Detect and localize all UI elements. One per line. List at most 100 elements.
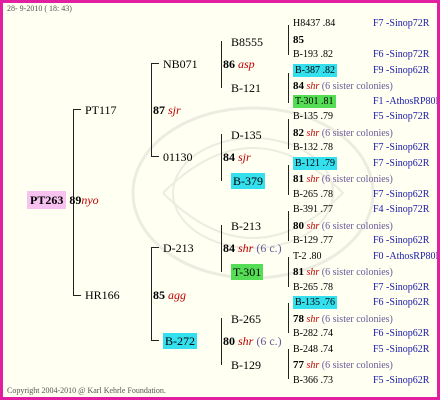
gen4-score: 81 xyxy=(293,266,304,278)
gen4-score: 82 xyxy=(293,126,304,139)
gen4-row[interactable]: T-301 .81 xyxy=(293,94,336,108)
gen2-b-score: 84 sjr xyxy=(223,150,251,164)
root-num: 89 xyxy=(69,193,82,207)
gen4-row[interactable]: B-121 .79 xyxy=(293,156,337,170)
gen3-a2[interactable]: B-121 xyxy=(231,82,261,94)
gen4-row[interactable]: B-265 .78 xyxy=(293,282,333,293)
gen4-id: B-135 .79 xyxy=(293,111,333,122)
connector xyxy=(151,247,152,341)
gen4-row[interactable]: 78 shr (6 sister colonies) xyxy=(293,312,393,325)
gen4-mark: shr xyxy=(304,313,320,325)
gen4-row[interactable]: 82 shr (6 sister colonies) xyxy=(293,126,393,139)
gen4-row[interactable]: 85 xyxy=(293,34,304,46)
gen4-row[interactable]: B-132 .78 xyxy=(293,143,333,153)
gen4-row[interactable]: B-391 .77 xyxy=(293,205,333,215)
gen4-mark: shr xyxy=(304,360,320,371)
gen3-d1[interactable]: B-265 xyxy=(231,313,261,325)
gen3-b1[interactable]: D-135 xyxy=(231,129,262,141)
gen4-source: F6 -Sinop62R xyxy=(373,328,430,339)
gen4-source: F4 -Sinop72R xyxy=(373,204,430,215)
gen4-row[interactable]: B-135 .79 xyxy=(293,112,333,122)
gen3-a1[interactable]: B8555 xyxy=(231,36,263,48)
gen4-row[interactable]: 80 shr (6 sister colonies) xyxy=(293,219,393,232)
gen4-score: 80 xyxy=(293,219,304,232)
timestamp: 28- 9-2010 ( 18: 43) xyxy=(7,4,72,13)
gen4-score: 84 xyxy=(293,80,304,92)
gen4-mark: shr xyxy=(304,267,320,278)
gen4-note: (6 sister colonies) xyxy=(319,267,393,278)
gen4-id: H8437 .84 xyxy=(293,18,336,29)
gen4-source: F6 -Sinop62R xyxy=(373,235,430,246)
gen3-c2[interactable]: T-301 xyxy=(231,264,264,280)
gen4-mark: shr xyxy=(304,81,320,92)
gen4-note: (6 sister colonies) xyxy=(319,220,393,232)
gen4-id: B-265 .78 xyxy=(293,188,333,200)
gen4-row[interactable]: 81 shr (6 sister colonies) xyxy=(293,267,393,278)
gen4-row[interactable]: 84 shr (6 sister colonies) xyxy=(293,81,393,92)
gen4-row[interactable]: B-135 .76 xyxy=(293,296,337,309)
gen2-c-score: 84 shr (6 c.) xyxy=(223,241,282,255)
gen2-a-id[interactable]: NB071 xyxy=(163,58,198,70)
gen4-note: (6 sister colonies) xyxy=(319,127,393,139)
gen4-id: T-2 .80 xyxy=(293,250,322,262)
connector xyxy=(288,211,289,241)
gen2-b-id[interactable]: 01130 xyxy=(163,151,193,163)
gen4-row[interactable]: 81 shr (6 sister colonies) xyxy=(293,174,393,185)
gen4-source: F7 -Sinop62R xyxy=(373,188,430,200)
connector xyxy=(151,247,159,248)
gen4-row[interactable]: B-265 .78 xyxy=(293,188,333,200)
gen4-source: F6 -Sinop72R xyxy=(373,49,430,60)
gen4-row[interactable]: B-282 .74 xyxy=(293,329,333,339)
connector xyxy=(288,165,289,195)
gen4-row[interactable]: B-129 .77 xyxy=(293,236,333,246)
gen4-row[interactable]: T-2 .80 xyxy=(293,250,322,262)
gen1-top-id[interactable]: PT117 xyxy=(85,104,117,116)
gen4-note: (6 sister colonies) xyxy=(319,174,393,185)
gen3-b2[interactable]: B-379 xyxy=(231,173,265,189)
gen4-id: B-282 .74 xyxy=(293,328,333,339)
gen4-source: F5 -Sinop62R xyxy=(373,343,430,355)
gen4-id: B-387 .82 xyxy=(293,63,337,77)
gen4-id: B-193 .82 xyxy=(293,49,333,60)
gen4-note: (6 sister colonies) xyxy=(319,81,393,92)
gen4-id: B-248 .74 xyxy=(293,343,333,355)
gen3-d2[interactable]: B-129 xyxy=(231,359,261,371)
gen4-row[interactable]: B-193 .82 xyxy=(293,50,333,60)
gen4-mark: shr xyxy=(304,127,320,139)
gen4-source: F5 -Sinop62R xyxy=(373,374,430,386)
gen4-id: B-135 .76 xyxy=(293,296,337,309)
connector xyxy=(288,303,289,333)
gen4-score: 78 xyxy=(293,312,304,325)
gen4-score: 81 xyxy=(293,173,304,185)
gen4-source: F0 -AthosRP80R xyxy=(373,250,440,262)
gen4-source: F9 -Sinop62R xyxy=(373,64,430,76)
gen4-mark: shr xyxy=(304,220,320,232)
gen1-bottom-score: 85 agg xyxy=(153,288,186,302)
gen4-source: F1 -AthosRP80R xyxy=(373,95,440,107)
gen4-row[interactable]: 77 shr (6 sister colonies) xyxy=(293,360,393,371)
connector xyxy=(73,295,81,296)
gen4-id: B-391 .77 xyxy=(293,204,333,215)
connector xyxy=(288,119,289,149)
gen4-id: T-301 .81 xyxy=(293,94,336,108)
gen4-row[interactable]: H8437 .84 xyxy=(293,19,335,29)
gen3-c1[interactable]: B-213 xyxy=(231,220,261,232)
gen4-source: F7 -Sinop62R xyxy=(373,142,430,153)
gen4-row[interactable]: B-366 .73 xyxy=(293,375,333,386)
gen4-source: F7 -Sinop72R xyxy=(373,18,430,29)
root-node[interactable]: PT263 89nyo xyxy=(27,191,99,209)
gen2-c-id[interactable]: D-213 xyxy=(163,242,194,254)
gen4-id: B-132 .78 xyxy=(293,142,333,153)
connector xyxy=(221,225,222,272)
connector xyxy=(221,318,222,365)
connector xyxy=(221,134,222,181)
root-id: PT263 xyxy=(27,191,67,209)
connector xyxy=(288,349,289,379)
gen4-row[interactable]: B-387 .82 xyxy=(293,63,337,77)
gen4-row[interactable]: B-248 .74 xyxy=(293,343,333,355)
gen1-bottom-id[interactable]: HR166 xyxy=(85,289,120,301)
gen2-a-score: 86 asp xyxy=(223,57,255,71)
gen4-mark: shr xyxy=(304,174,320,185)
gen4-source: F5 -Sinop72R xyxy=(373,111,430,122)
gen2-d-id[interactable]: B-272 xyxy=(163,333,197,349)
